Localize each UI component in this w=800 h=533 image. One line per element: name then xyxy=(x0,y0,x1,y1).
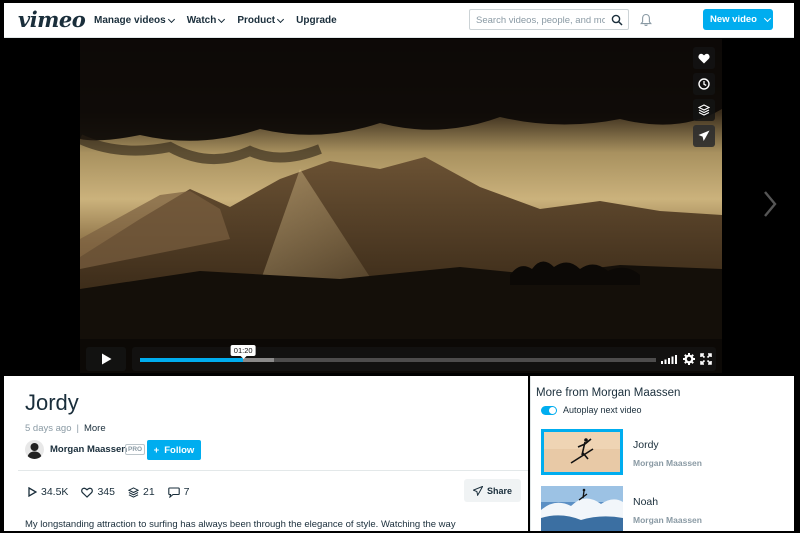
layers-icon xyxy=(127,486,139,498)
chevron-down-icon xyxy=(167,15,175,23)
paper-plane-icon xyxy=(698,130,710,141)
time-tooltip: 01:20 xyxy=(230,345,256,359)
search-icon[interactable] xyxy=(611,14,623,26)
video-meta: 5 days ago | More xyxy=(25,423,106,434)
video-frame xyxy=(80,39,722,373)
video-title: Jordy xyxy=(25,390,79,415)
menu-manage-videos[interactable]: Manage videos xyxy=(94,15,175,26)
menu-upgrade[interactable]: Upgrade xyxy=(296,15,337,26)
sidebar-video-author[interactable]: Morgan Maassen xyxy=(633,458,702,468)
volume-icon[interactable] xyxy=(661,354,677,364)
top-nav: vimeo Manage videos Watch Product Upgrad… xyxy=(4,3,794,38)
autoplay-row: Autoplay next video xyxy=(541,405,642,415)
like-button[interactable] xyxy=(693,47,715,69)
divider xyxy=(18,470,528,471)
sidebar-video-author[interactable]: Morgan Maassen xyxy=(633,515,702,525)
menu-product[interactable]: Product xyxy=(237,15,285,26)
menu-label: Manage videos xyxy=(94,15,166,26)
follow-label: Follow xyxy=(164,444,195,456)
menu-label: Upgrade xyxy=(296,15,337,26)
player-controls: 01:20 xyxy=(86,345,716,371)
chevron-down-icon xyxy=(277,15,285,23)
play-icon xyxy=(101,353,111,365)
player-side-actions xyxy=(693,47,715,147)
notifications-bell-icon[interactable] xyxy=(640,13,652,27)
sidebar-video-item[interactable]: Noah Morgan Maassen xyxy=(541,486,787,531)
video-thumbnail[interactable] xyxy=(541,486,623,531)
vimeo-logo[interactable]: vimeo xyxy=(18,7,86,32)
video-description: My longstanding attraction to surfing ha… xyxy=(25,519,456,530)
sidebar-video-title[interactable]: Noah xyxy=(633,496,658,508)
share-player-button[interactable] xyxy=(693,125,715,147)
collections-count: 21 xyxy=(142,486,155,498)
new-video-label: New video xyxy=(710,14,757,25)
autoplay-label: Autoplay next video xyxy=(563,405,642,415)
plays-count: 34.5K xyxy=(41,486,69,498)
user-photo-icon xyxy=(27,443,42,459)
new-video-button[interactable]: New video xyxy=(703,9,773,30)
menu-watch[interactable]: Watch xyxy=(186,15,226,26)
progress-track[interactable]: 01:20 xyxy=(140,345,656,362)
add-to-collection-button[interactable] xyxy=(693,99,715,121)
paper-plane-icon xyxy=(472,485,483,496)
likes-stat[interactable]: 345 xyxy=(81,486,115,498)
avatar[interactable] xyxy=(25,440,44,459)
comment-bubble-icon xyxy=(167,486,180,498)
comments-count: 7 xyxy=(183,486,190,498)
video-player[interactable]: 01:20 xyxy=(80,39,722,373)
main-menu: Manage videos Watch Product Upgrade xyxy=(94,3,337,38)
video-stats: 34.5K 345 21 7 xyxy=(28,486,190,498)
page: vimeo Manage videos Watch Product Upgrad… xyxy=(4,3,794,531)
play-outline-icon xyxy=(28,487,37,497)
heart-outline-icon xyxy=(81,487,94,498)
search-input[interactable] xyxy=(470,11,605,30)
controls-bar: 01:20 xyxy=(132,345,716,371)
posted-date: 5 days ago xyxy=(25,423,72,434)
fullscreen-icon[interactable] xyxy=(700,353,712,365)
watch-later-button[interactable] xyxy=(693,73,715,95)
comments-stat[interactable]: 7 xyxy=(167,486,190,498)
share-button[interactable]: Share xyxy=(464,479,521,502)
likes-count: 345 xyxy=(97,486,115,498)
wave-thumbnail-image xyxy=(541,486,623,531)
chevron-down-icon xyxy=(763,14,772,22)
layers-icon xyxy=(698,104,710,116)
search-box xyxy=(469,9,629,30)
meta-separator: | xyxy=(76,423,79,434)
progress-played xyxy=(140,358,244,362)
plus-icon: + xyxy=(153,444,160,456)
menu-label: Product xyxy=(237,15,276,26)
video-info: Jordy 5 days ago | More Morgan Maassen P… xyxy=(4,376,528,531)
sidebar-video-item[interactable]: Jordy Morgan Maassen xyxy=(541,429,787,477)
share-label: Share xyxy=(486,485,512,496)
surfer-thumbnail-image xyxy=(541,429,623,475)
pro-badge: PRO xyxy=(125,444,146,455)
settings-gear-icon[interactable] xyxy=(683,353,695,365)
follow-button[interactable]: + Follow xyxy=(147,440,201,460)
plays-stat[interactable]: 34.5K xyxy=(28,486,68,498)
clock-icon xyxy=(698,78,710,90)
video-thumbnail[interactable] xyxy=(541,429,623,475)
menu-label: Watch xyxy=(186,15,217,26)
autoplay-toggle[interactable] xyxy=(541,405,557,415)
author-name[interactable]: Morgan Maassen xyxy=(50,444,127,455)
chevron-down-icon xyxy=(218,15,226,23)
heart-icon xyxy=(698,53,710,63)
more-from-sidebar: More from Morgan Maassen Autoplay next v… xyxy=(530,376,794,531)
more-link[interactable]: More xyxy=(84,423,106,434)
collections-stat[interactable]: 21 xyxy=(127,486,155,498)
sidebar-video-title[interactable]: Jordy xyxy=(633,439,659,451)
sidebar-title: More from Morgan Maassen xyxy=(536,387,681,399)
next-video-arrow-icon[interactable] xyxy=(762,189,778,219)
play-button[interactable] xyxy=(86,347,126,371)
